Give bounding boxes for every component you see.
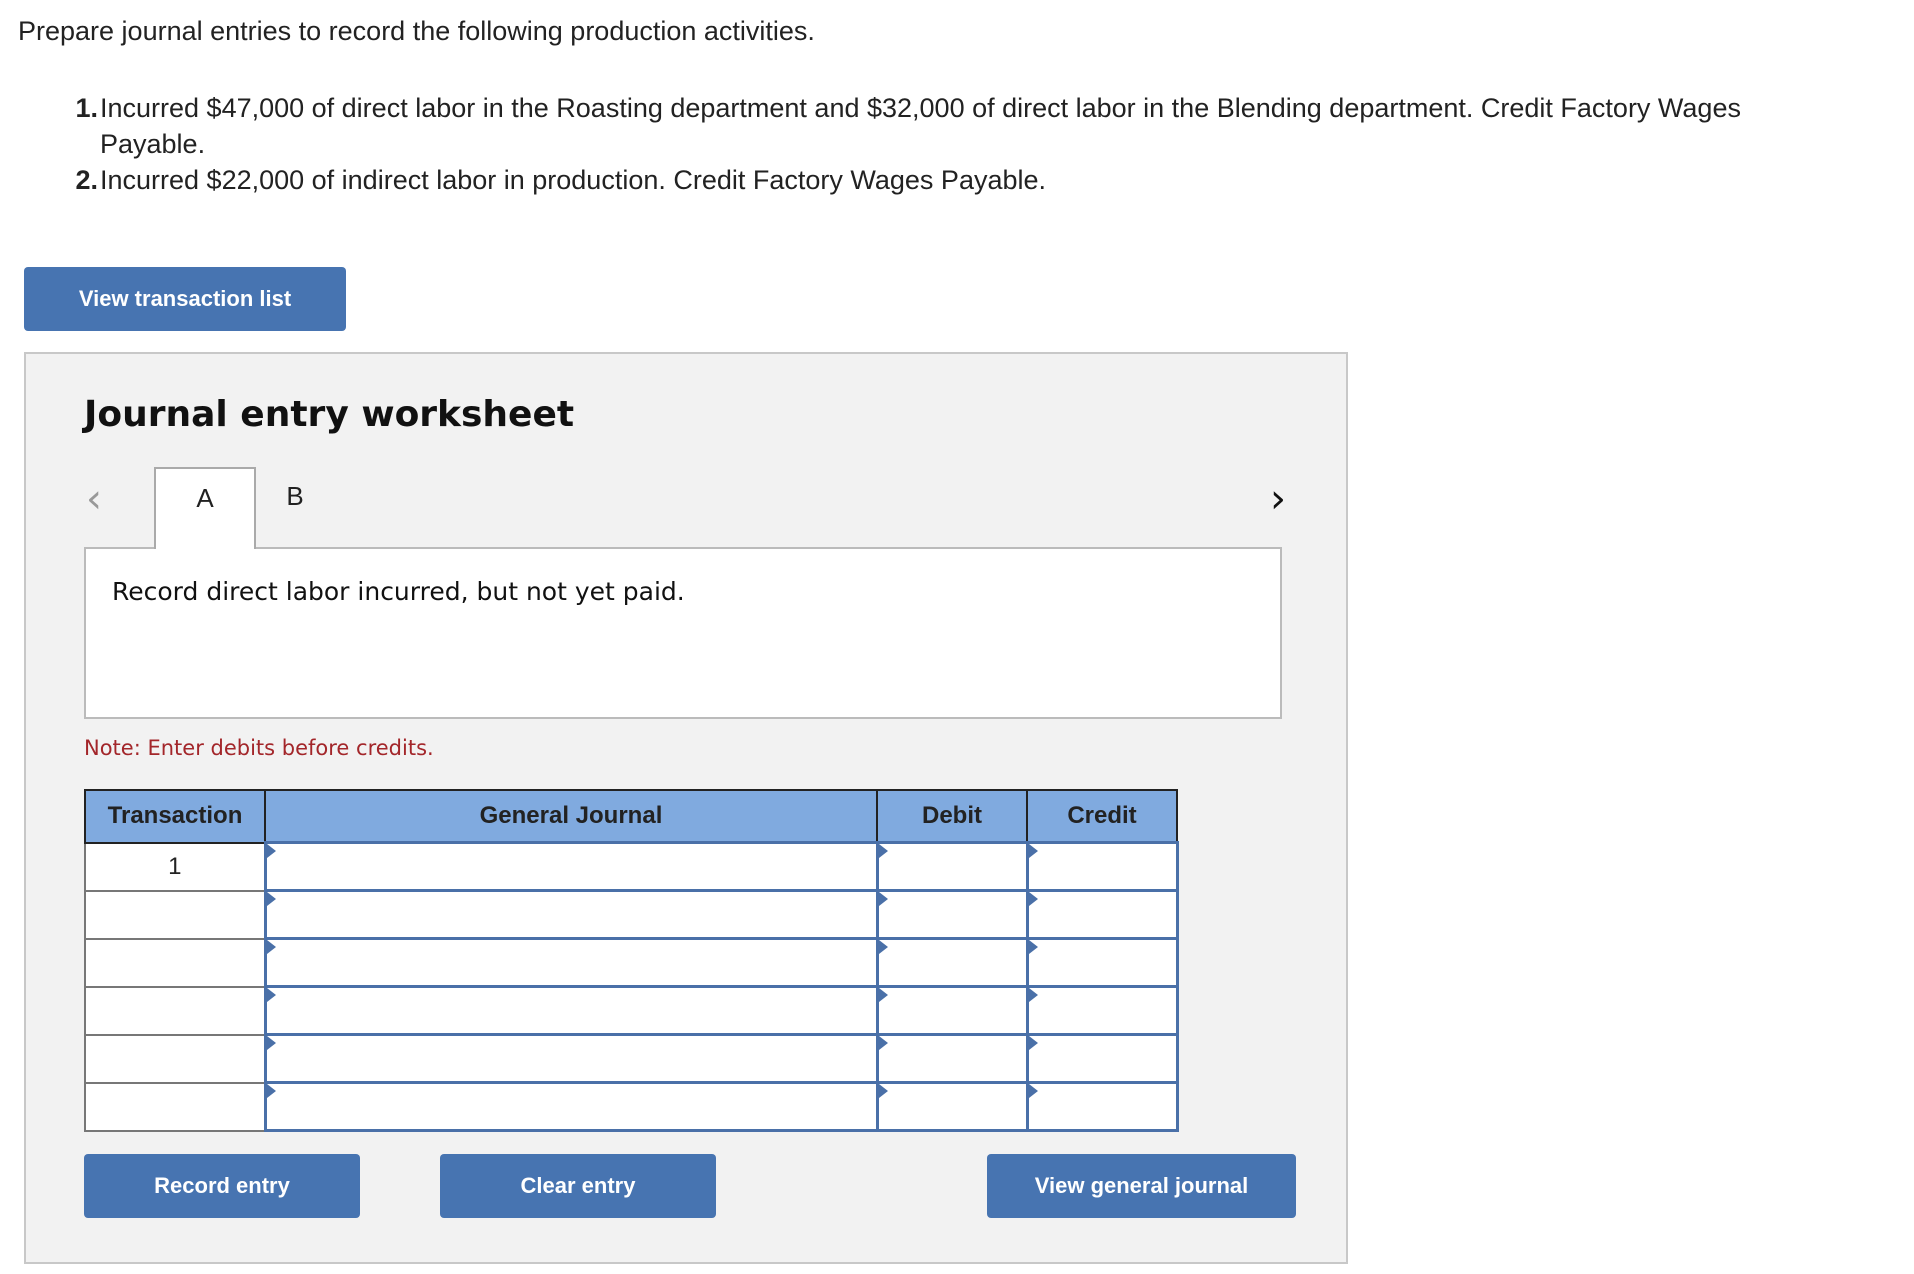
account-select[interactable] <box>263 1033 879 1084</box>
account-select[interactable] <box>263 841 879 892</box>
journal-entry-worksheet: Journal entry worksheet ‹ › A B Record d… <box>24 352 1348 1264</box>
table-row: 1 <box>84 841 1179 892</box>
credit-input[interactable] <box>1025 1033 1179 1084</box>
transaction-cell <box>84 1033 266 1084</box>
table-row <box>84 1081 1179 1132</box>
worksheet-title: Journal entry worksheet <box>84 394 575 435</box>
account-select[interactable] <box>263 1081 879 1132</box>
debit-input[interactable] <box>875 937 1029 988</box>
chevron-right-icon[interactable]: › <box>1270 476 1286 522</box>
instruction-text: Incurred $22,000 of indirect labor in pr… <box>100 165 1047 195</box>
general-journal-table: Transaction General Journal Debit Credit… <box>84 789 1179 1132</box>
credit-input[interactable] <box>1025 889 1179 940</box>
instruction-number: 2. <box>75 165 98 195</box>
clear-entry-button[interactable]: Clear entry <box>440 1154 716 1218</box>
table-row <box>84 937 1179 988</box>
header-transaction: Transaction <box>84 789 266 844</box>
table-row <box>84 985 1179 1036</box>
debit-input[interactable] <box>875 985 1029 1036</box>
account-select[interactable] <box>263 889 879 940</box>
instructions-list: 1. Incurred $47,000 of direct labor in t… <box>62 90 1842 198</box>
record-entry-button[interactable]: Record entry <box>84 1154 360 1218</box>
credit-input[interactable] <box>1025 1081 1179 1132</box>
transaction-cell <box>84 985 266 1036</box>
debit-input[interactable] <box>875 1081 1029 1132</box>
credit-input[interactable] <box>1025 841 1179 892</box>
view-general-journal-button[interactable]: View general journal <box>987 1154 1296 1218</box>
instruction-number: 1. <box>75 93 98 123</box>
transaction-cell: 1 <box>84 841 266 892</box>
header-credit: Credit <box>1026 789 1178 844</box>
table-header-row: Transaction General Journal Debit Credit <box>84 789 1178 844</box>
instruction-item: 1. Incurred $47,000 of direct labor in t… <box>62 90 1842 162</box>
header-debit: Debit <box>876 789 1028 844</box>
transaction-cell <box>84 889 266 940</box>
credit-input[interactable] <box>1025 985 1179 1036</box>
debit-input[interactable] <box>875 1033 1029 1084</box>
account-select[interactable] <box>263 937 879 988</box>
view-transaction-list-button[interactable]: View transaction list <box>24 267 346 331</box>
transaction-cell <box>84 937 266 988</box>
instructions-intro: Prepare journal entries to record the fo… <box>18 16 815 46</box>
table-row <box>84 889 1179 940</box>
instruction-text: Incurred $47,000 of direct labor in the … <box>100 93 1741 159</box>
header-general-journal: General Journal <box>264 789 878 844</box>
transaction-cell <box>84 1081 266 1132</box>
debit-input[interactable] <box>875 889 1029 940</box>
debit-input[interactable] <box>875 841 1029 892</box>
chevron-left-icon[interactable]: ‹ <box>86 476 102 522</box>
tab-a[interactable]: A <box>154 467 256 549</box>
entry-description: Record direct labor incurred, but not ye… <box>112 577 685 606</box>
entry-note: Note: Enter debits before credits. <box>84 736 434 760</box>
credit-input[interactable] <box>1025 937 1179 988</box>
tab-b[interactable]: B <box>260 467 330 549</box>
table-row <box>84 1033 1179 1084</box>
instruction-item: 2. Incurred $22,000 of indirect labor in… <box>62 162 1842 198</box>
account-select[interactable] <box>263 985 879 1036</box>
entry-description-box: Record direct labor incurred, but not ye… <box>84 547 1282 719</box>
